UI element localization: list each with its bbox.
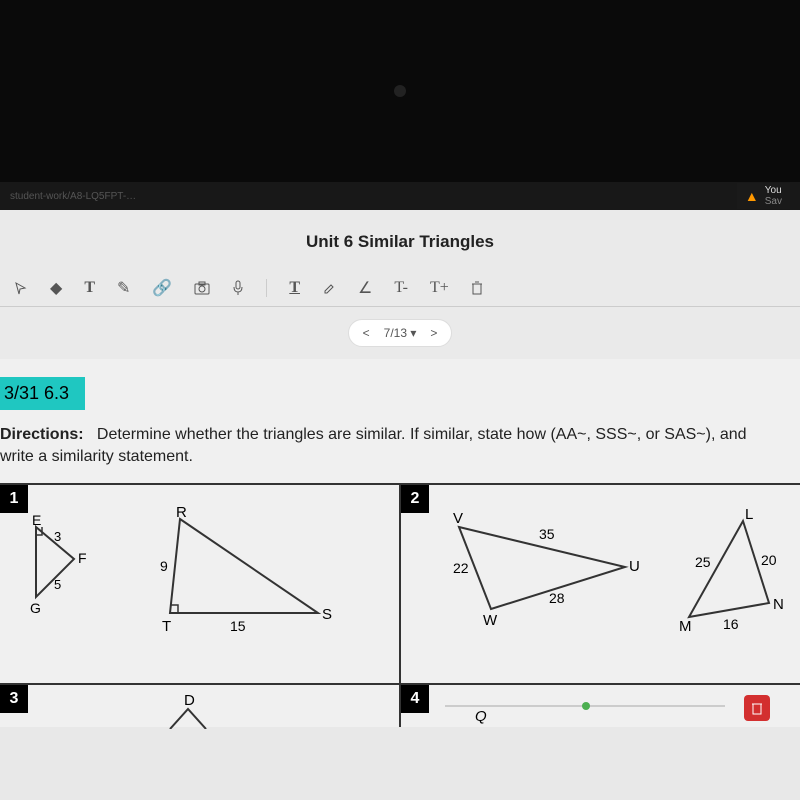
svg-text:G: G <box>30 600 41 616</box>
svg-text:T: T <box>162 618 171 635</box>
tablet-bezel: student-work/A8-LQ5FPT-… ▲ You Sav <box>0 0 800 210</box>
svg-text:L: L <box>745 509 753 523</box>
svg-text:M: M <box>679 618 692 635</box>
section-label: 3/31 6.3 <box>0 377 85 410</box>
svg-text:F: F <box>78 550 87 566</box>
mic-icon[interactable] <box>232 280 244 296</box>
warning-icon: ▲ <box>745 188 759 204</box>
separator <box>266 279 267 297</box>
directions-label: Directions: <box>0 426 84 443</box>
svg-text:20: 20 <box>761 552 777 568</box>
next-page[interactable]: > <box>430 326 437 340</box>
triangle-efg: E F G 3 5 <box>18 513 102 623</box>
text-smaller[interactable]: T- <box>394 279 408 297</box>
page-title: Unit 6 Similar Triangles <box>0 210 800 270</box>
problem-1: 1 E F G 3 5 R S T 9 15 <box>0 485 401 683</box>
page-navigator[interactable]: < 7/13 ▾ > <box>348 319 453 347</box>
svg-text:S: S <box>322 606 332 623</box>
worksheet: 3/31 6.3 Directions: Determine whether t… <box>0 359 800 727</box>
svg-text:22: 22 <box>453 560 469 576</box>
svg-text:25: 25 <box>695 554 711 570</box>
svg-text:R: R <box>176 505 187 521</box>
triangle-vuw: V U W 22 35 28 <box>435 509 645 629</box>
url-bar: student-work/A8-LQ5FPT-… ▲ You Sav <box>0 182 800 210</box>
svg-text:W: W <box>483 612 498 629</box>
svg-text:Q: Q <box>475 708 487 725</box>
triangle-d-fragment: D <box>160 691 220 729</box>
svg-text:E: E <box>32 513 41 528</box>
angle-tool[interactable]: ∠ <box>358 278 372 298</box>
warning-banner[interactable]: ▲ You Sav <box>737 183 790 209</box>
camera-dot <box>394 85 406 97</box>
eraser-icon[interactable]: ◆ <box>50 278 62 298</box>
highlight-icon[interactable] <box>322 281 336 295</box>
svg-text:16: 16 <box>723 616 739 632</box>
directions: Directions: Determine whether the triang… <box>0 410 800 483</box>
slider-thumb[interactable] <box>582 702 590 710</box>
triangle-lmn: L M N 25 20 16 <box>665 509 795 639</box>
problem-4: 4 Q <box>401 685 800 727</box>
camera-icon[interactable] <box>194 281 210 295</box>
problems-row-2: 3 D 4 Q <box>0 683 800 727</box>
link-icon[interactable]: 🔗 <box>152 278 172 298</box>
problem-number: 4 <box>401 685 429 713</box>
svg-text:9: 9 <box>160 558 168 574</box>
problem-number: 1 <box>0 485 28 513</box>
problem-3: 3 D <box>0 685 401 727</box>
triangle-rst: R S T 9 15 <box>140 505 340 635</box>
text-larger[interactable]: T+ <box>430 279 449 297</box>
page-indicator[interactable]: 7/13 ▾ <box>384 326 417 340</box>
svg-text:15: 15 <box>230 618 246 634</box>
url-text: student-work/A8-LQ5FPT-… <box>10 191 136 202</box>
underline-text-tool[interactable]: T <box>289 279 300 297</box>
text-tool[interactable]: T <box>84 279 95 297</box>
pager-row: < 7/13 ▾ > <box>0 307 800 359</box>
pointer-icon[interactable] <box>14 281 28 295</box>
warning-text: You Sav <box>765 185 782 207</box>
toolbar: ◆ T ✎ 🔗 T ∠ T- T+ <box>0 270 800 307</box>
svg-text:N: N <box>773 596 784 613</box>
svg-text:D: D <box>184 692 195 709</box>
delete-button[interactable] <box>744 695 770 721</box>
svg-text:35: 35 <box>539 526 555 542</box>
pen-icon[interactable]: ✎ <box>117 278 130 298</box>
problem-2: 2 V U W 22 35 28 L M N 25 20 16 <box>401 485 800 683</box>
problems-row: 1 E F G 3 5 R S T 9 15 <box>0 483 800 683</box>
problem-number: 2 <box>401 485 429 513</box>
svg-text:3: 3 <box>54 529 61 544</box>
trash-icon[interactable] <box>471 281 483 295</box>
prev-page[interactable]: < <box>363 326 370 340</box>
svg-text:U: U <box>629 558 640 575</box>
problem-number: 3 <box>0 685 28 713</box>
svg-text:V: V <box>453 510 463 527</box>
app-area: Unit 6 Similar Triangles ◆ T ✎ 🔗 T ∠ T- … <box>0 210 800 800</box>
directions-text: Determine whether the triangles are simi… <box>0 426 747 465</box>
svg-text:5: 5 <box>54 577 61 592</box>
svg-text:28: 28 <box>549 590 565 606</box>
triangle-q-fragment: Q <box>461 705 501 729</box>
